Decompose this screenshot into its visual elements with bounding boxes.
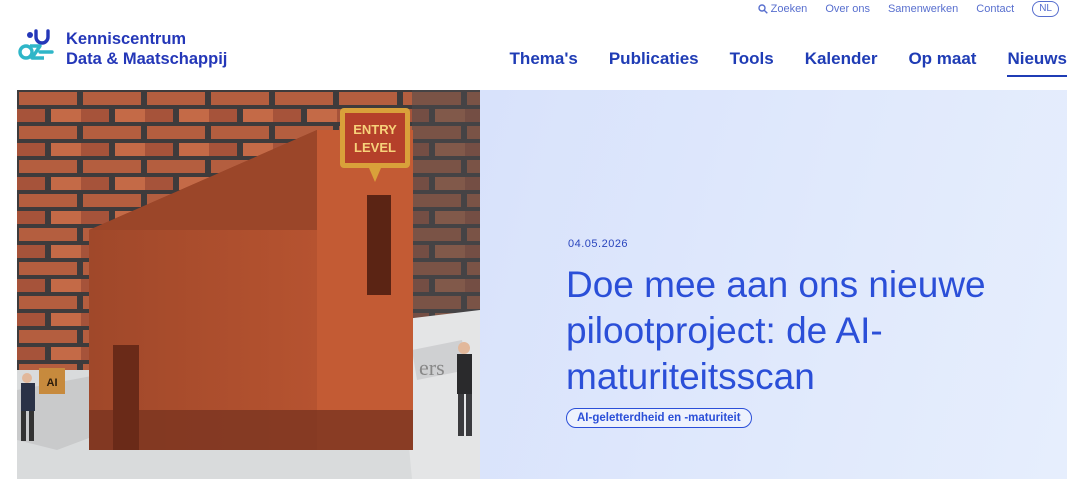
contact-link[interactable]: Contact — [976, 3, 1014, 15]
nav-item-themas[interactable]: Thema's — [510, 49, 578, 77]
article-date: 04.05.2026 — [568, 238, 629, 250]
nav-item-nieuws[interactable]: Nieuws — [1007, 49, 1067, 77]
svg-text:ers: ers — [419, 355, 445, 380]
nav-item-kalender[interactable]: Kalender — [805, 49, 878, 77]
logo-line-2: Data & Maatschappij — [66, 50, 228, 68]
search-label: Zoeken — [770, 3, 808, 15]
sign-line-1: ENTRY — [353, 122, 397, 137]
hero-panel: 04.05.2026 Doe mee aan ons nieuwe piloot… — [480, 90, 1067, 479]
search-link[interactable]: Zoeken — [757, 3, 808, 15]
hero: ers ENTRY LEVEL AI 04.05.2026 Doe mee aa… — [17, 90, 1067, 479]
utility-bar: Zoeken Over ons Samenwerken Contact NL — [757, 0, 1059, 18]
logo-line-1: Kenniscentrum — [66, 30, 187, 48]
topic-tag[interactable]: AI-geletterdheid en -maturiteit — [566, 408, 752, 428]
article-headline[interactable]: Doe mee aan ons nieuwe pilootproject: de… — [566, 262, 1036, 400]
collaborate-link[interactable]: Samenwerken — [888, 3, 958, 15]
logo-mark-icon — [18, 29, 54, 60]
ai-box-label: AI — [47, 377, 58, 389]
nav-item-op-maat[interactable]: Op maat — [908, 49, 976, 77]
language-switch[interactable]: NL — [1032, 1, 1059, 17]
hero-illustration: ers ENTRY LEVEL AI — [17, 90, 480, 479]
hero-image[interactable]: ers ENTRY LEVEL AI — [17, 90, 480, 479]
nav-item-tools[interactable]: Tools — [730, 49, 774, 77]
search-icon — [757, 4, 768, 14]
main-nav: Thema's Publicaties Tools Kalender Op ma… — [510, 49, 1067, 77]
sign-line-2: LEVEL — [354, 140, 396, 155]
nav-item-publicaties[interactable]: Publicaties — [609, 49, 699, 77]
site-logo[interactable]: Kenniscentrum Data & Maatschappij — [16, 26, 227, 69]
about-link[interactable]: Over ons — [825, 3, 870, 15]
